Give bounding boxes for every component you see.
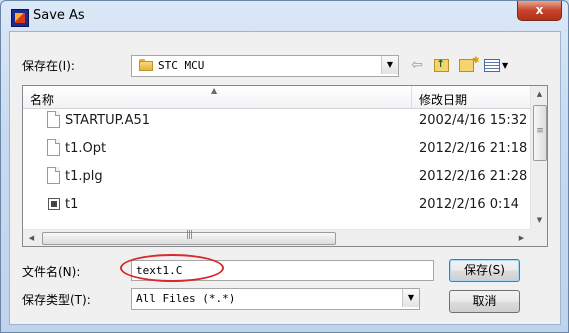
vertical-scroll-thumb[interactable]: ≡ <box>533 105 547 161</box>
new-folder-icon[interactable] <box>456 52 479 74</box>
look-in-label: 保存在(I): <box>22 59 75 73</box>
app-icon <box>11 9 29 27</box>
close-button[interactable]: x <box>517 1 562 21</box>
up-folder-icon[interactable] <box>432 56 450 74</box>
file-date: 2012/2/16 0:14 <box>419 197 519 212</box>
file-name: t1.Opt <box>65 141 107 156</box>
column-header-name[interactable]: 名称 <box>30 91 54 108</box>
file-date: 2002/4/16 15:32 <box>419 113 528 128</box>
file-icon <box>47 167 60 184</box>
list-item[interactable]: t1 2012/2/16 0:14 <box>23 194 530 216</box>
list-item[interactable]: t1.plg 2012/2/16 21:28 <box>23 166 530 188</box>
horizontal-scroll-thumb[interactable]: ||| <box>42 230 336 245</box>
save-button[interactable]: 保存(S) <box>449 259 520 282</box>
title-bar[interactable]: Save As x <box>1 1 568 31</box>
look-in-combo[interactable]: STC MCU ▼ <box>131 55 399 77</box>
filename-value: text1.C <box>136 264 183 277</box>
list-item[interactable]: STARTUP.A51 2002/4/16 15:32 <box>23 110 530 132</box>
sort-arrow-icon: ▲ <box>211 86 218 95</box>
folder-icon <box>139 59 153 72</box>
project-icon <box>48 198 60 210</box>
filename-input[interactable]: text1.C <box>131 260 434 281</box>
dialog-body: 保存在(I): STC MCU ▼ ⇦ ▼ 名称 ▲ 修改日期 STARTUP.… <box>9 31 561 325</box>
scroll-down-arrow-icon[interactable]: ▼ <box>531 212 547 229</box>
save-type-label: 保存类型(T): <box>22 293 91 307</box>
window-title: Save As <box>33 8 85 23</box>
list-item[interactable]: t1.Opt 2012/2/16 21:18 <box>23 138 530 160</box>
scroll-right-arrow-icon[interactable]: ▶ <box>513 230 530 246</box>
file-list-header: 名称 ▲ 修改日期 <box>23 86 530 109</box>
cancel-button[interactable]: 取消 <box>449 290 520 313</box>
scroll-corner <box>530 229 547 246</box>
save-type-value: All Files (*.*) <box>136 292 236 305</box>
view-menu-icon[interactable]: ▼ <box>484 56 512 74</box>
vertical-scrollbar[interactable]: ▲ ≡ ▼ <box>530 86 547 229</box>
file-date: 2012/2/16 21:18 <box>419 141 528 156</box>
file-list[interactable]: 名称 ▲ 修改日期 STARTUP.A51 2002/4/16 15:32 t1… <box>22 85 548 247</box>
filename-label: 文件名(N): <box>22 265 81 279</box>
grip-icon: ||| <box>185 230 193 240</box>
file-name: STARTUP.A51 <box>65 113 151 128</box>
back-arrow-icon[interactable]: ⇦ <box>408 56 426 74</box>
save-as-dialog: Save As x 保存在(I): STC MCU ▼ ⇦ ▼ 名称 ▲ 修改日… <box>0 0 569 333</box>
save-type-dropdown-button[interactable]: ▼ <box>402 289 419 307</box>
horizontal-scrollbar[interactable]: ◀ ||| ▶ <box>23 229 530 246</box>
file-icon <box>47 111 60 128</box>
scroll-up-arrow-icon[interactable]: ▲ <box>531 86 547 103</box>
column-header-date[interactable]: 修改日期 <box>419 91 467 108</box>
scroll-left-arrow-icon[interactable]: ◀ <box>23 230 40 246</box>
column-divider[interactable] <box>411 86 412 108</box>
file-name: t1 <box>65 197 79 212</box>
file-date: 2012/2/16 21:28 <box>419 169 528 184</box>
grip-icon: ≡ <box>536 126 544 136</box>
file-icon <box>47 139 60 156</box>
look-in-dropdown-button[interactable]: ▼ <box>381 56 398 74</box>
file-name: t1.plg <box>65 169 103 184</box>
save-type-combo[interactable]: All Files (*.*) ▼ <box>131 288 420 310</box>
look-in-value: STC MCU <box>158 59 205 72</box>
